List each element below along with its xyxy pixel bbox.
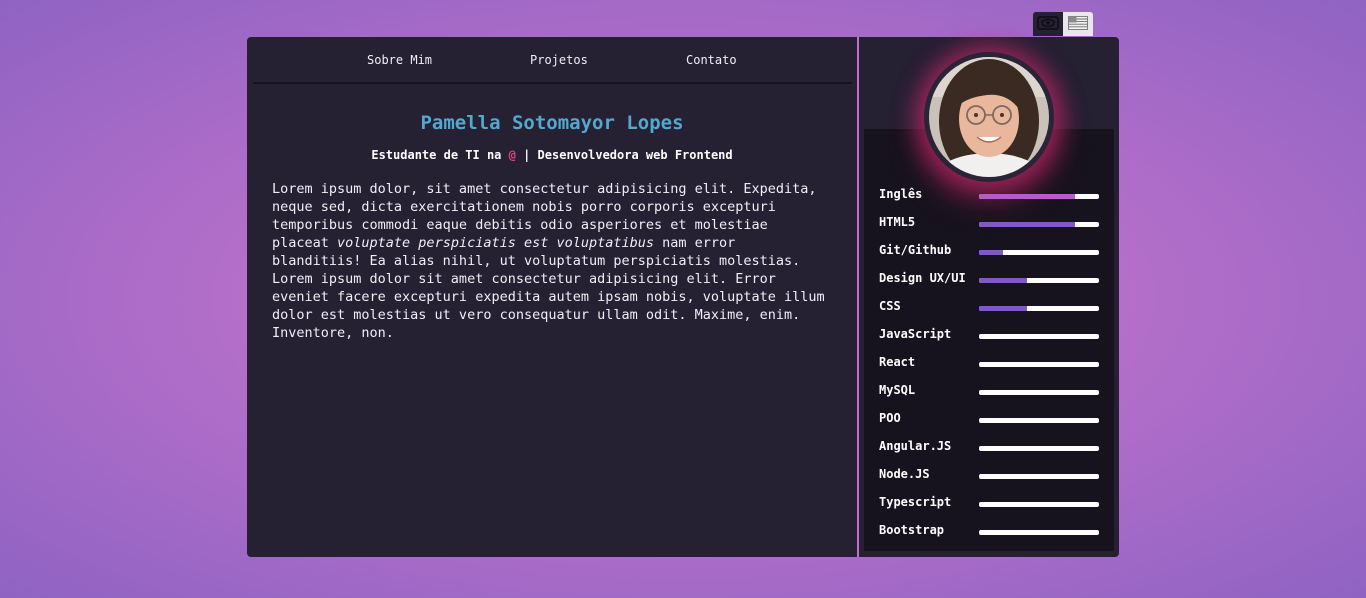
skill-label: Inglês [879,187,923,201]
skill-progress-bar [979,502,1099,507]
bio-paragraph-2: Lorem ipsum dolor sit amet consectetur a… [272,271,825,341]
skill-label: Bootstrap [879,523,945,537]
skill-item: Angular.JS [879,439,1099,467]
skill-progress-bar [979,222,1099,227]
nav-contato[interactable]: Contato [686,53,737,67]
at-symbol: @ [508,148,516,162]
skill-progress-bar [979,250,1099,255]
toggle-group [1033,12,1093,36]
skill-progress-fill [979,306,1027,311]
subtitle-text-end: | Desenvolvedora web Frontend [515,148,733,162]
skill-progress-bar [979,418,1099,423]
skill-label: Angular.JS [879,439,952,453]
us-flag-icon [1068,15,1088,34]
skill-item: Bootstrap [879,523,1099,551]
skill-item: Design UX/UI [879,271,1099,299]
theme-toggle-button[interactable] [1033,12,1063,36]
skill-progress-bar [979,278,1099,283]
skill-item: React [879,355,1099,383]
avatar-photo [929,57,1049,177]
skill-progress-fill [979,222,1075,227]
subtitle: Estudante de TI na @ | Desenvolvedora we… [247,148,857,162]
skill-label: POO [879,411,901,425]
skill-item: CSS [879,299,1099,327]
skill-progress-fill [979,250,1003,255]
skill-label: React [879,355,916,369]
skill-label: CSS [879,299,901,313]
skill-label: Git/Github [879,243,952,257]
skill-progress-bar [979,334,1099,339]
skill-item: Git/Github [879,243,1099,271]
skill-label: MySQL [879,383,916,397]
bio-paragraph-1-italic: voluptate perspiciatis est voluptatibus [337,235,655,251]
skill-item: JavaScript [879,327,1099,355]
skill-progress-bar [979,474,1099,479]
skill-label: HTML5 [879,215,916,229]
skill-label: Typescript [879,495,952,509]
skill-item: Node.JS [879,467,1099,495]
skill-item: Inglês [879,187,1099,215]
skill-label: JavaScript [879,327,952,341]
skill-item: MySQL [879,383,1099,411]
skill-item: POO [879,411,1099,439]
skill-progress-bar [979,390,1099,395]
skill-progress-fill [979,278,1027,283]
main-panel: Sobre Mim Projetos Contato Pamella Sotom… [247,37,857,557]
nav-projetos[interactable]: Projetos [530,53,588,67]
skill-item: Typescript [879,495,1099,523]
skill-label: Node.JS [879,467,930,481]
language-toggle-button[interactable] [1063,12,1093,36]
skill-progress-fill [979,194,1075,199]
skill-progress-bar [979,194,1099,199]
skill-progress-bar [979,306,1099,311]
skill-label: Design UX/UI [879,271,966,285]
bio-text: Lorem ipsum dolor, sit amet consectetur … [272,180,832,342]
avatar [924,52,1054,182]
skill-progress-bar [979,530,1099,535]
skill-progress-bar [979,362,1099,367]
skill-item: HTML5 [879,215,1099,243]
page-title: Pamella Sotomayor Lopes [420,112,684,134]
skill-progress-bar [979,446,1099,451]
skills-panel: Inglês HTML5 Git/Github Design UX/UI CSS Java… [859,37,1119,557]
eye-icon [1037,15,1059,34]
top-nav: Sobre Mim Projetos Contato [253,37,852,84]
nav-sobre-mim[interactable]: Sobre Mim [367,53,432,67]
subtitle-text-start: Estudante de TI na [371,148,509,162]
